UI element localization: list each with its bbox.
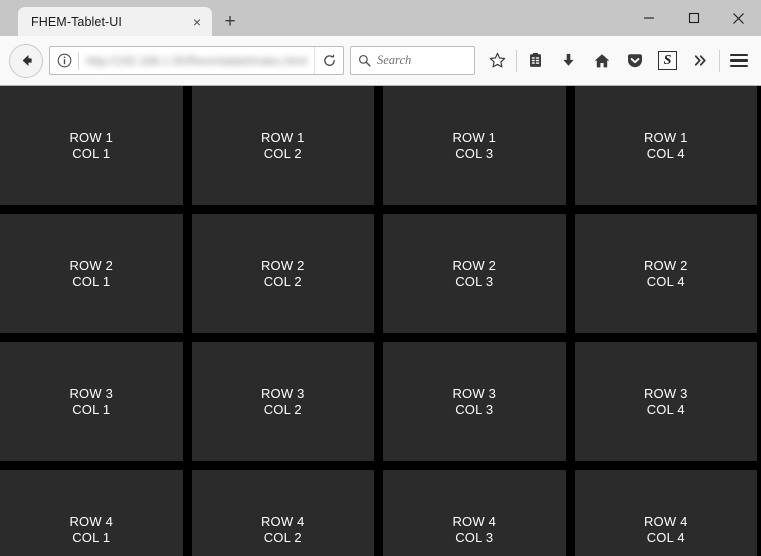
tab-fhem-tablet-ui[interactable]: FHEM-Tablet-UI × [18, 7, 212, 36]
grid-cell[interactable]: ROW 4 COL 1 [0, 470, 183, 556]
grid-cell[interactable]: ROW 2 COL 4 [574, 214, 757, 333]
window-controls [626, 0, 761, 36]
grid-cell-col-label: COL 2 [263, 529, 302, 545]
grid-cell-col-label: COL 4 [646, 529, 685, 545]
grid-cell-row-label: ROW 2 [643, 257, 688, 273]
browser-window: FHEM-Tablet-UI × + http://192.168.1.50/f… [0, 0, 761, 556]
grid-cell-col-label: COL 4 [646, 145, 685, 161]
grid-cell-row-label: ROW 3 [452, 385, 497, 401]
grid-cell-row-label: ROW 3 [69, 385, 114, 401]
search-bar[interactable]: Search [350, 46, 475, 75]
boxed-s-icon: S [658, 51, 677, 70]
tab-title: FHEM-Tablet-UI [31, 14, 122, 29]
address-bar-input[interactable]: http://192.168.1.50/fhem/tablet/index.ht… [79, 54, 314, 68]
grid-cell[interactable]: ROW 2 COL 3 [383, 214, 566, 333]
grid-cell-col-label: COL 3 [455, 529, 494, 545]
grid-cell[interactable]: ROW 3 COL 3 [383, 342, 566, 461]
grid-cell-col-label: COL 3 [455, 145, 494, 161]
grid-cell-col-label: COL 4 [646, 273, 685, 289]
back-button-icon[interactable] [9, 43, 43, 78]
close-window-icon[interactable] [716, 3, 761, 33]
new-tab-button[interactable]: + [216, 7, 244, 35]
overflow-button[interactable] [684, 44, 717, 77]
grid-cell-col-label: COL 1 [72, 145, 111, 161]
tab-strip: FHEM-Tablet-UI × + [0, 0, 761, 36]
grid-cell-row-label: ROW 4 [452, 513, 497, 529]
home-button[interactable] [585, 44, 618, 77]
scriptsafe-button[interactable]: S [651, 44, 684, 77]
grid-cell-col-label: COL 2 [263, 145, 302, 161]
toolbar-divider-2 [719, 49, 720, 72]
fhem-dashboard-grid: ROW 1 COL 1 ROW 1 COL 2 ROW 1 COL 3 ROW 1 COL 4… [0, 86, 761, 556]
grid-cell[interactable]: ROW 3 COL 4 [574, 342, 757, 461]
grid-cell[interactable]: ROW 4 COL 2 [191, 470, 374, 556]
info-icon[interactable] [50, 47, 78, 74]
grid-cell-col-label: COL 3 [455, 401, 494, 417]
grid-cell[interactable]: ROW 4 COL 4 [574, 470, 757, 556]
grid-cell[interactable]: ROW 3 COL 2 [191, 342, 374, 461]
grid-cell-row-label: ROW 3 [643, 385, 688, 401]
minimize-icon[interactable] [626, 3, 671, 33]
grid-cell-row-label: ROW 1 [643, 129, 688, 145]
downloads-button[interactable] [552, 44, 585, 77]
app-menu-button[interactable] [722, 44, 755, 77]
search-input[interactable]: Search [377, 53, 411, 68]
grid-cell-row-label: ROW 1 [260, 129, 305, 145]
grid-cell[interactable]: ROW 1 COL 3 [383, 86, 566, 205]
grid-cell-row-label: ROW 4 [69, 513, 114, 529]
navigation-toolbar: http://192.168.1.50/fhem/tablet/index.ht… [0, 36, 761, 86]
grid-cell-row-label: ROW 2 [69, 257, 114, 273]
grid-cell-col-label: COL 1 [72, 273, 111, 289]
address-bar[interactable]: http://192.168.1.50/fhem/tablet/index.ht… [49, 46, 344, 75]
grid-cell-col-label: COL 2 [263, 273, 302, 289]
search-icon [351, 47, 377, 74]
grid-cell-row-label: ROW 1 [452, 129, 497, 145]
grid-cell[interactable]: ROW 2 COL 2 [191, 214, 374, 333]
library-button[interactable] [519, 44, 552, 77]
grid-cell[interactable]: ROW 1 COL 4 [574, 86, 757, 205]
grid-cell-row-label: ROW 2 [452, 257, 497, 273]
grid-cell-row-label: ROW 4 [260, 513, 305, 529]
bookmark-star-button[interactable] [481, 44, 514, 77]
close-icon[interactable]: × [188, 13, 206, 31]
grid-cell[interactable]: ROW 4 COL 3 [383, 470, 566, 556]
page-viewport: ROW 1 COL 1 ROW 1 COL 2 ROW 1 COL 3 ROW 1 COL 4… [0, 86, 761, 556]
grid-cell-col-label: COL 3 [455, 273, 494, 289]
grid-cell[interactable]: ROW 3 COL 1 [0, 342, 183, 461]
grid-cell-row-label: ROW 4 [643, 513, 688, 529]
reload-icon[interactable] [314, 47, 343, 74]
grid-cell-row-label: ROW 1 [69, 129, 114, 145]
grid-cell-col-label: COL 4 [646, 401, 685, 417]
grid-cell-col-label: COL 2 [263, 401, 302, 417]
toolbar-divider [516, 49, 517, 72]
grid-cell[interactable]: ROW 2 COL 1 [0, 214, 183, 333]
grid-cell[interactable]: ROW 1 COL 1 [0, 86, 183, 205]
maximize-icon[interactable] [671, 3, 716, 33]
pocket-button[interactable] [618, 44, 651, 77]
grid-cell-col-label: COL 1 [72, 401, 111, 417]
grid-cell-row-label: ROW 2 [260, 257, 305, 273]
grid-cell-col-label: COL 1 [72, 529, 111, 545]
hamburger-menu-icon [729, 53, 748, 68]
grid-cell[interactable]: ROW 1 COL 2 [191, 86, 374, 205]
grid-cell-row-label: ROW 3 [260, 385, 305, 401]
